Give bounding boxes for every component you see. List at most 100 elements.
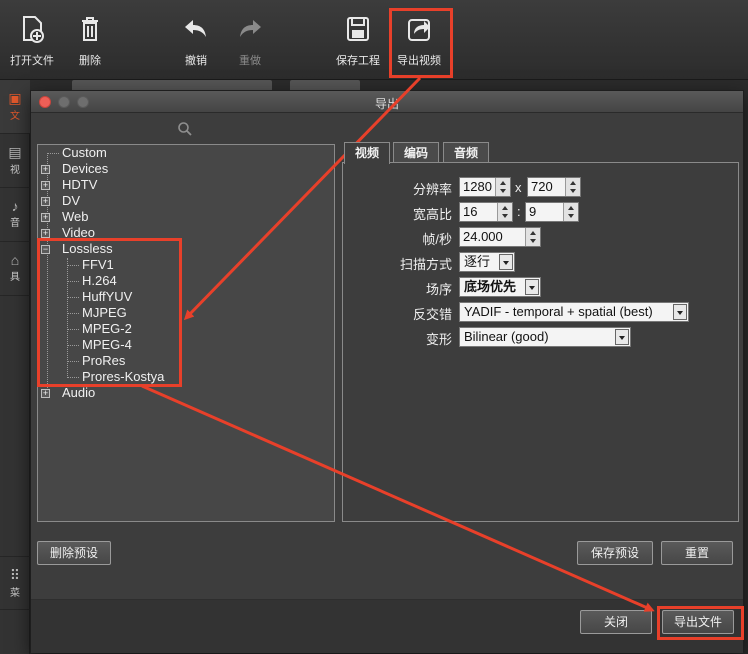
tree-item-label: ProRes [82, 353, 126, 368]
search-icon[interactable] [177, 121, 193, 137]
aspect-separator: : [517, 204, 521, 219]
tree-item-label: Web [62, 209, 89, 224]
side-tab-label: 视 [10, 165, 20, 176]
field-order-label: 场序 [425, 282, 452, 297]
tree-item-mpeg4[interactable]: MPEG-4 [82, 337, 132, 353]
tree-item-label: Video [62, 225, 96, 240]
side-tab-tools[interactable]: ⌂ 具 [0, 242, 30, 296]
delete-button[interactable]: 删除 [62, 8, 118, 74]
tree-item-web[interactable]: + Web [38, 209, 238, 225]
resolution-height-stepper[interactable]: 720 [527, 177, 581, 197]
tree-item-label: FFV1 [82, 257, 114, 272]
side-tab-audio[interactable]: ♪ 音 [0, 188, 30, 242]
tab-video[interactable]: 视频 [344, 142, 391, 164]
expand-icon[interactable]: + [41, 389, 50, 398]
tree-guide [67, 281, 79, 282]
tree-item-label: HuffYUV [82, 289, 133, 304]
tree-item-label: H.264 [82, 273, 117, 288]
undo-button[interactable]: 撤销 [168, 8, 224, 74]
aspect-height-stepper[interactable]: 9 [525, 202, 579, 222]
save-preset-button[interactable]: 保存预设 [577, 541, 653, 565]
redo-label: 重做 [239, 55, 261, 67]
fps-value: 24.000 [463, 229, 503, 244]
stepper-arrows-icon[interactable] [565, 178, 580, 196]
scan-mode-select[interactable]: 逐行 [459, 252, 515, 272]
tab-encoding[interactable]: 编码 [393, 142, 440, 163]
side-tab-label: 具 [10, 272, 20, 283]
stepper-arrows-icon[interactable] [525, 228, 540, 246]
tree-item-custom[interactable]: Custom [62, 145, 107, 161]
tree-item-lossless[interactable]: − Lossless [38, 241, 238, 257]
video-settings-body: 分辨率 1280 x 720 宽高比 16 : 9 帧/秒 24.000 扫描方… [342, 162, 739, 522]
tree-item-label: Audio [62, 385, 96, 400]
chevron-down-icon[interactable] [615, 329, 629, 345]
chevron-down-icon[interactable] [525, 279, 539, 295]
settings-panel: 视频 编码 音频 分辨率 1280 x 720 宽高比 16 : 9 帧/秒 2… [342, 142, 739, 522]
redo-button[interactable]: 重做 [222, 8, 278, 74]
fps-label: 帧/秒 [422, 232, 452, 247]
fps-stepper[interactable]: 24.000 [459, 227, 541, 247]
tree-item-audio[interactable]: + Audio [38, 385, 238, 401]
aspect-width-stepper[interactable]: 16 [459, 202, 513, 222]
dialog-title: 导出 [374, 97, 399, 111]
open-file-label: 打开文件 [10, 55, 54, 67]
deinterlace-select[interactable]: YADIF - temporal + spatial (best) [459, 302, 689, 322]
expand-icon[interactable]: + [41, 229, 50, 238]
export-file-button[interactable]: 导出文件 [662, 610, 734, 634]
aspect-height-value: 9 [529, 204, 537, 219]
side-tab-video[interactable]: ▤ 视 [0, 134, 30, 188]
tab-label: 视频 [355, 146, 380, 160]
tree-item-mjpeg[interactable]: MJPEG [82, 305, 127, 321]
tree-item-prores[interactable]: ProRes [82, 353, 125, 369]
export-video-button[interactable]: 导出视频 [391, 8, 447, 74]
tree-item-devices[interactable]: + Devices [38, 161, 238, 177]
delete-label: 删除 [79, 55, 101, 67]
tree-item-huffyuv[interactable]: HuffYUV [82, 289, 132, 305]
transform-select[interactable]: Bilinear (good) [459, 327, 631, 347]
open-file-button[interactable]: 打开文件 [4, 8, 60, 74]
grid-icon: ⠿ [9, 567, 21, 583]
tree-guide [47, 153, 59, 154]
trash-icon [82, 17, 98, 41]
tool-icon: ⌂ [10, 252, 20, 268]
reset-button[interactable]: 重置 [661, 541, 733, 565]
tree-item-label: DV [62, 193, 81, 208]
expand-icon[interactable]: + [41, 213, 50, 222]
dialog-titlebar[interactable]: 导出 [31, 91, 743, 113]
export-dialog: 导出 Custom + Devices + HDTV + DV + Web + … [30, 90, 744, 653]
tree-item-h264[interactable]: H.264 [82, 273, 117, 289]
expand-icon[interactable]: + [41, 165, 50, 174]
preset-tree[interactable]: Custom + Devices + HDTV + DV + Web + Vid… [37, 144, 335, 522]
side-tab-label: 音 [10, 218, 20, 229]
tree-guide [67, 361, 79, 362]
resolution-width-stepper[interactable]: 1280 [459, 177, 511, 197]
tree-item-ffv1[interactable]: FFV1 [82, 257, 114, 273]
tree-item-label: Prores-Kostya [82, 369, 165, 384]
tree-item-label: MPEG-4 [82, 337, 132, 352]
tree-item-hdtv[interactable]: + HDTV [38, 177, 238, 193]
tab-audio[interactable]: 音频 [443, 142, 490, 163]
expand-icon[interactable]: + [41, 197, 50, 206]
side-tab-label: 菜 [10, 588, 20, 599]
field-order-select[interactable]: 底场优先 [459, 277, 541, 297]
redo-icon [240, 20, 261, 37]
stepper-arrows-icon[interactable] [563, 203, 578, 221]
chevron-down-icon[interactable] [499, 254, 513, 270]
stepper-arrows-icon[interactable] [495, 178, 510, 196]
side-tab-files[interactable]: ▣ 文 [0, 80, 30, 134]
stepper-arrows-icon[interactable] [497, 203, 512, 221]
expand-icon[interactable]: + [41, 181, 50, 190]
transform-label: 变形 [425, 332, 452, 347]
tree-item-video[interactable]: + Video [38, 225, 238, 241]
chevron-down-icon[interactable] [673, 304, 687, 320]
tree-item-mpeg2[interactable]: MPEG-2 [82, 321, 132, 337]
tree-item-prores-kostya[interactable]: Prores-Kostya [82, 369, 164, 385]
save-project-button[interactable]: 保存工程 [330, 8, 386, 74]
tree-item-dv[interactable]: + DV [38, 193, 238, 209]
close-button[interactable]: 关闭 [580, 610, 652, 634]
side-tab-menu[interactable]: ⠿ 菜 [0, 556, 30, 610]
deinterlace-label: 反交错 [412, 307, 452, 322]
collapse-icon[interactable]: − [41, 245, 50, 254]
delete-preset-button[interactable]: 删除预设 [37, 541, 111, 565]
tree-item-label: HDTV [62, 177, 98, 192]
